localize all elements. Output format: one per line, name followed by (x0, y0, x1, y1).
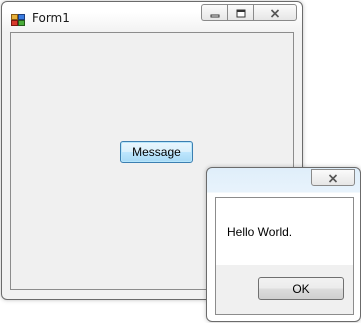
caption-buttons (201, 4, 297, 22)
close-icon (328, 168, 338, 187)
windows-form-icon (11, 11, 25, 26)
minimize-icon (210, 3, 220, 22)
message-box-body: Hello World. (216, 198, 353, 265)
close-icon (270, 3, 280, 22)
message-text: Hello World. (227, 225, 293, 239)
message-box-caption-buttons (311, 169, 355, 186)
message-box-window: Hello World. OK (206, 167, 361, 322)
maximize-icon (236, 3, 246, 22)
message-box-content: Hello World. OK (215, 197, 354, 315)
ok-button[interactable]: OK (258, 277, 344, 300)
window-title: Form1 (32, 11, 70, 25)
message-button[interactable]: Message (120, 141, 193, 163)
message-box-close-button[interactable] (311, 169, 355, 186)
maximize-button[interactable] (227, 4, 253, 21)
form1-titlebar[interactable]: Form1 (2, 2, 302, 30)
minimize-button[interactable] (201, 4, 227, 21)
close-button[interactable] (253, 4, 297, 21)
